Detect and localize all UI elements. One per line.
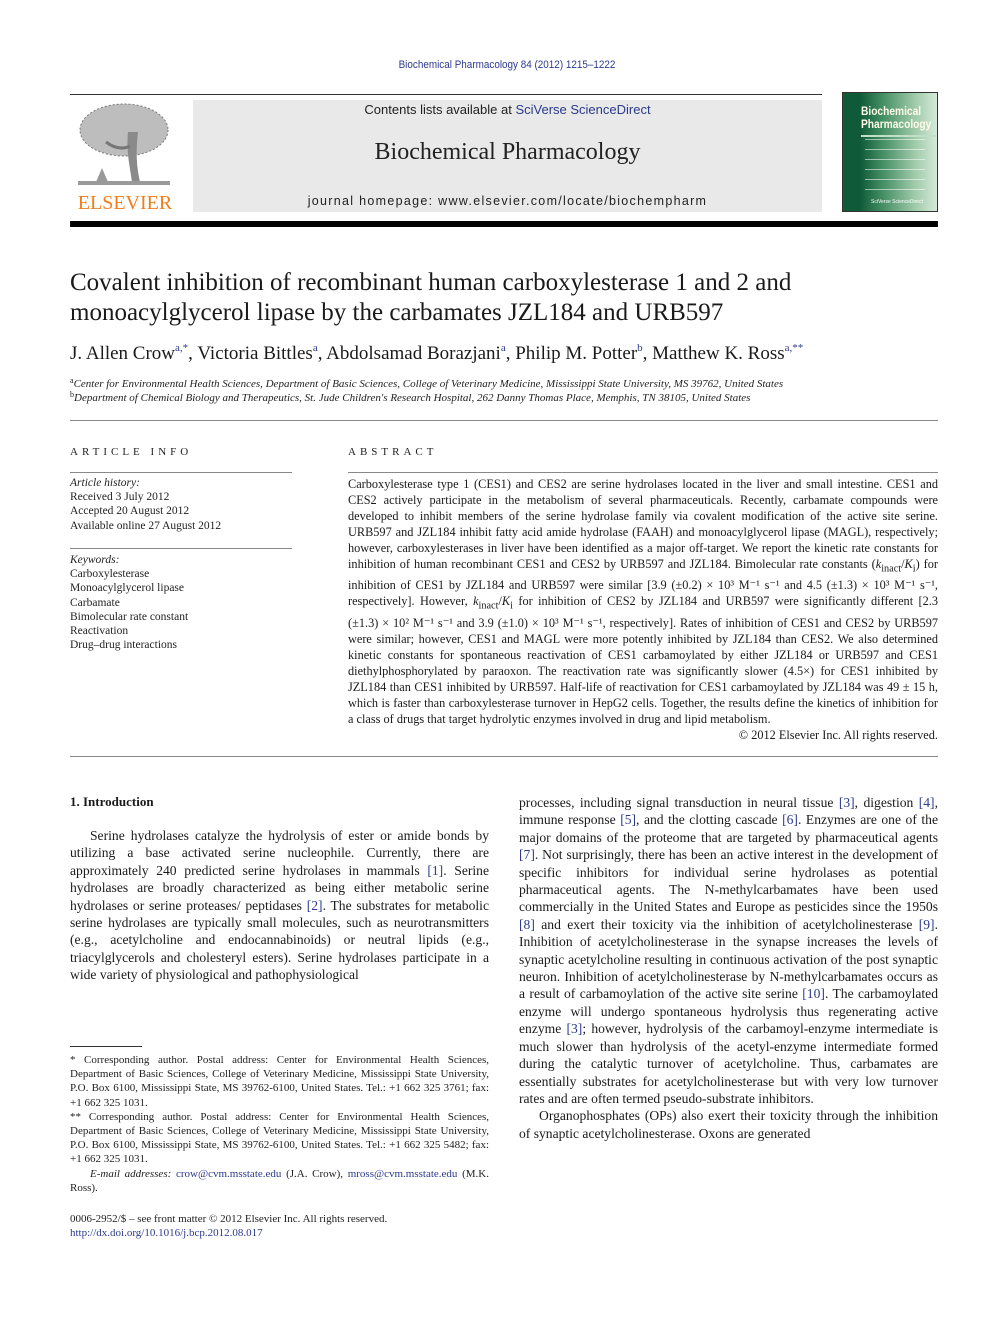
section-divider xyxy=(70,756,938,757)
k-subscript: inact xyxy=(881,563,902,575)
journal-citation-link[interactable]: Biochemical Pharmacology 84 (2012) 1215–… xyxy=(51,59,964,71)
elsevier-logo[interactable]: ELSEVIER xyxy=(70,100,180,214)
citation-link[interactable]: [5] xyxy=(620,812,636,827)
affiliation-a: aCenter for Environmental Health Science… xyxy=(70,376,938,390)
front-matter: 0006-2952/$ – see front matter © 2012 El… xyxy=(70,1212,489,1240)
cover-footer: SciVerse ScienceDirect xyxy=(871,199,923,205)
elsevier-wordmark: ELSEVIER xyxy=(77,192,173,214)
footnote-corresponding-2: ** Corresponding author. Postal address:… xyxy=(70,1110,489,1166)
contents-prefix: Contents lists available at xyxy=(364,102,516,117)
author-name[interactable]: Philip M. Potter xyxy=(515,343,637,364)
author-marks[interactable]: a,** xyxy=(785,342,804,354)
header-thick-rule xyxy=(70,221,938,227)
article-info-rule xyxy=(70,472,292,473)
author-marks[interactable]: a xyxy=(501,342,506,354)
abstract-paragraph: Carboxylesterase type 1 (CES1) and CES2 … xyxy=(348,476,938,727)
article-title: Covalent inhibition of recombinant human… xyxy=(70,269,792,326)
citation-link[interactable]: [3] xyxy=(566,1021,582,1036)
body-column-left: 1. Introduction Serine hydrolases cataly… xyxy=(70,794,489,984)
affiliation-text: Center for Environmental Health Sciences… xyxy=(73,378,784,390)
abstract-rule xyxy=(348,472,938,473)
intro-paragraph-2: Organophosphates (OPs) also exert their … xyxy=(519,1108,938,1141)
keyword: Monoacylglycerol lipase xyxy=(70,582,185,595)
affiliation-text: Department of Chemical Biology and Thera… xyxy=(74,392,751,404)
body-text-run: processes, including signal transduction… xyxy=(519,795,839,810)
intro-paragraph-1: Serine hydrolases catalyze the hydrolysi… xyxy=(70,827,489,984)
abstract-copyright: © 2012 Elsevier Inc. All rights reserved… xyxy=(738,727,938,742)
citation-link[interactable]: [10] xyxy=(802,986,825,1001)
sciencedirect-link[interactable]: SciVerse ScienceDirect xyxy=(515,102,650,117)
issn-copyright: 0006-2952/$ – see front matter © 2012 El… xyxy=(70,1213,388,1225)
article-info-heading: ARTICLE INFO xyxy=(70,446,193,458)
journal-title: Biochemical Pharmacology xyxy=(374,139,641,165)
body-column-right: processes, including signal transduction… xyxy=(519,794,938,1142)
citation-link[interactable]: [2] xyxy=(307,898,323,913)
author-marks[interactable]: a,* xyxy=(175,342,188,354)
body-text-run: , digestion xyxy=(854,795,919,810)
journal-homepage-line: journal homepage: www.elsevier.com/locat… xyxy=(193,194,822,208)
cover-title: Biochemical Pharmacology xyxy=(861,105,931,131)
contents-available-line: Contents lists available at SciVerse Sci… xyxy=(193,102,822,117)
history-item: Available online 27 August 2012 xyxy=(70,519,222,532)
K-symbol: K xyxy=(501,594,511,609)
keywords: Keywords: Carboxylesterase Monoacylglyce… xyxy=(70,553,300,652)
author-marks[interactable]: a xyxy=(313,342,318,354)
citation-link[interactable]: [9] xyxy=(919,917,935,932)
homepage-prefix: journal homepage: xyxy=(307,194,439,208)
keyword: Drug–drug interactions xyxy=(70,639,177,652)
citation-link[interactable]: [4] xyxy=(919,795,935,810)
keyword: Carboxylesterase xyxy=(70,568,150,581)
history-item: Accepted 20 August 2012 xyxy=(70,505,190,518)
cover-title-line2: Pharmacology xyxy=(861,117,932,131)
abstract-text: for inhibition of CES2 by JZL184 and URB… xyxy=(348,594,938,726)
email-label: E-mail addresses: xyxy=(90,1167,176,1180)
k-subscript: inact xyxy=(478,600,499,612)
footnote-corresponding-1: * Corresponding author. Postal address: … xyxy=(70,1054,489,1109)
email-link-crow[interactable]: crow@cvm.msstate.edu xyxy=(176,1168,281,1180)
keyword: Bimolecular rate constant xyxy=(70,610,189,623)
affiliation-b: bDepartment of Chemical Biology and Ther… xyxy=(70,390,938,404)
author-name[interactable]: Matthew K. Ross xyxy=(652,343,784,364)
section-heading-introduction: 1. Introduction xyxy=(70,794,154,809)
header-top-rule xyxy=(70,94,822,95)
K-symbol: K xyxy=(904,557,913,571)
abstract-heading: ABSTRACT xyxy=(348,446,438,458)
keywords-label: Keywords: xyxy=(70,554,120,566)
author-name[interactable]: J. Allen Crow xyxy=(70,343,175,364)
footnotes: * Corresponding author. Postal address: … xyxy=(70,1053,489,1195)
intro-paragraph-1-continued: processes, including signal transduction… xyxy=(519,794,938,1107)
keywords-rule xyxy=(70,548,292,549)
homepage-url-link[interactable]: www.elsevier.com/locate/biochempharm xyxy=(438,194,707,208)
citation-link[interactable]: [7] xyxy=(519,847,535,862)
history-item: Received 3 July 2012 xyxy=(70,491,170,504)
footnote-emails: E-mail addresses: crow@cvm.msstate.edu (… xyxy=(70,1167,489,1195)
author-marks[interactable]: b xyxy=(637,342,643,354)
footnote-rule xyxy=(70,1046,142,1047)
author-list: J. Allen Crowa,*, Victoria Bittlesa, Abd… xyxy=(70,342,804,364)
citation-link[interactable]: [3] xyxy=(839,795,855,810)
citation-link[interactable]: [8] xyxy=(519,917,535,932)
body-text-run: . Not surprisingly, there has been an ac… xyxy=(519,847,938,915)
abstract-text: Carboxylesterase type 1 (CES1) and CES2 … xyxy=(348,477,938,571)
section-divider xyxy=(70,420,938,421)
author-name[interactable]: Abdolsamad Borazjani xyxy=(326,343,501,364)
email-owner: (J.A. Crow), xyxy=(281,1167,348,1180)
cover-divider xyxy=(861,135,936,137)
abstract-body: Carboxylesterase type 1 (CES1) and CES2 … xyxy=(348,476,938,743)
keyword: Reactivation xyxy=(70,625,129,638)
citation-link[interactable]: [6] xyxy=(782,812,798,827)
journal-cover-thumbnail[interactable]: Biochemical Pharmacology SciVerse Scienc… xyxy=(842,92,938,212)
doi-link[interactable]: http://dx.doi.org/10.1016/j.bcp.2012.08.… xyxy=(70,1227,263,1239)
author-name[interactable]: Victoria Bittles xyxy=(197,343,312,364)
history-label: Article history: xyxy=(70,477,140,489)
cover-contents-lines xyxy=(865,139,925,199)
elsevier-tree-icon xyxy=(78,103,170,185)
citation-link[interactable]: [1] xyxy=(427,863,443,878)
article-history: Article history: Received 3 July 2012 Ac… xyxy=(70,476,300,533)
body-text-run: , and the clotting cascade xyxy=(636,812,783,828)
body-text-run: and exert their toxicity via the inhibit… xyxy=(534,916,919,932)
body-text-run: ; however, hydrolysis of the carbamoyl-e… xyxy=(519,1021,938,1106)
keyword: Carbamate xyxy=(70,596,120,609)
email-link-ross[interactable]: mross@cvm.msstate.edu xyxy=(348,1168,458,1180)
